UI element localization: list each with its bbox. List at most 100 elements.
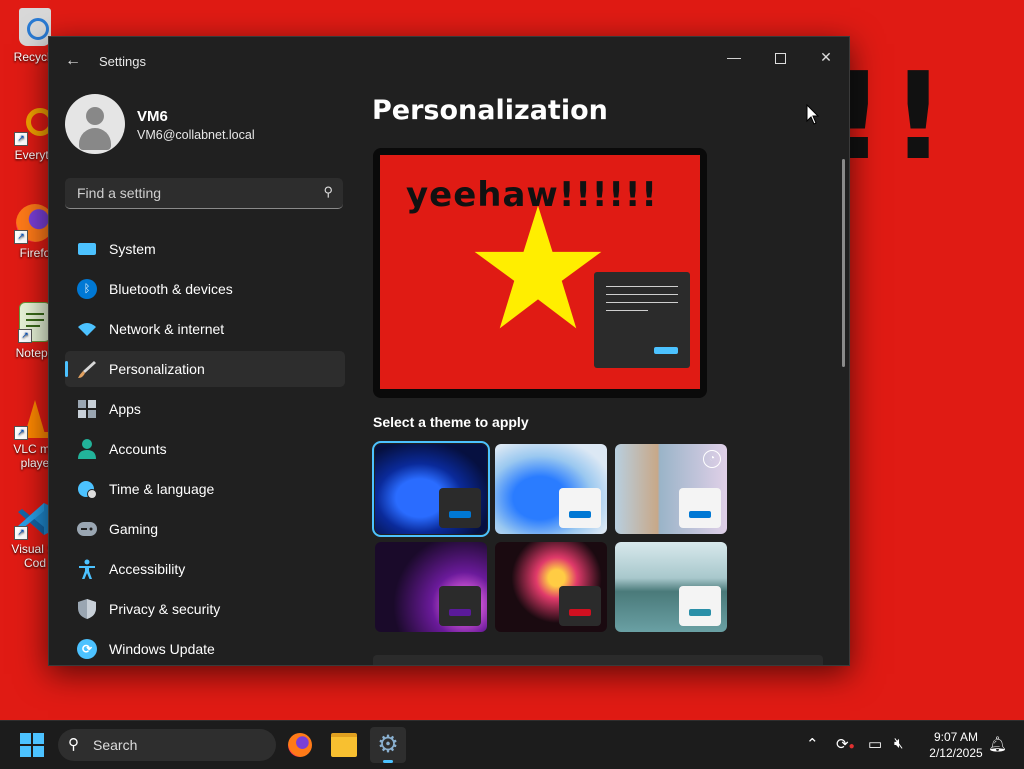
notepad-icon: ↗ — [18, 302, 51, 343]
page-title: Personalization — [372, 95, 608, 126]
theme-thumbnail-flow[interactable] — [615, 542, 727, 632]
avatar-body — [79, 128, 111, 150]
speaker-muted-icon[interactable]: 🔇︎ — [894, 735, 903, 752]
theme-thumbnail-windows-light[interactable] — [495, 444, 607, 534]
taskbar: ⚲ Search ⚙ ⌃ ⟳● ▭ 🔇︎ 9:07 AM 2/12/2025 🔔… — [0, 720, 1024, 769]
search-input[interactable] — [75, 184, 309, 202]
sidebar-item-accounts[interactable]: Accounts — [65, 431, 345, 467]
sidebar-item-network[interactable]: Network & internet — [65, 311, 345, 347]
windows-logo-pane — [33, 746, 44, 757]
user-email: VM6@collabnet.local — [137, 128, 255, 142]
star-icon — [474, 205, 602, 329]
taskbar-firefox[interactable] — [282, 727, 318, 763]
gear-icon: ⚙ — [377, 731, 399, 758]
find-setting-search[interactable]: ⚲ — [65, 178, 343, 209]
sidebar-item-label: Bluetooth & devices — [109, 281, 233, 297]
shortcut-arrow-icon: ↗ — [14, 526, 28, 540]
sidebar-item-label: System — [109, 241, 156, 257]
theme-mini-window — [439, 586, 481, 626]
person-icon — [77, 439, 97, 459]
sidebar-item-label: Personalization — [109, 361, 205, 377]
network-icon[interactable]: ▭ — [868, 735, 882, 753]
maximize-button[interactable] — [757, 41, 803, 73]
folder-icon — [331, 733, 357, 757]
back-button[interactable]: ← — [61, 49, 85, 73]
window-title: Settings — [99, 54, 146, 69]
theme-accent-bar — [569, 609, 591, 616]
settings-card-partial[interactable] — [373, 655, 823, 665]
notification-bell-icon[interactable]: 🔔︎ — [988, 735, 1007, 753]
preview-accent-button — [654, 347, 678, 354]
close-button[interactable]: ✕ — [803, 41, 849, 73]
maximize-icon — [774, 52, 786, 64]
theme-mini-window — [679, 586, 721, 626]
title-bar[interactable]: ← Settings — ✕ — [49, 37, 849, 85]
sidebar-item-label: Gaming — [109, 521, 159, 537]
start-button[interactable] — [20, 733, 44, 757]
chevron-up-icon[interactable]: ⌃ — [806, 735, 819, 753]
recycle-bin-icon — [19, 8, 51, 46]
sidebar-item-personalization[interactable]: Personalization — [65, 351, 345, 387]
sidebar-item-windows-update[interactable]: ⟳ Windows Update — [65, 631, 345, 665]
themes-section-label: Select a theme to apply — [373, 414, 529, 430]
shortcut-arrow-icon: ↗ — [18, 329, 32, 343]
sidebar-item-apps[interactable]: Apps — [65, 391, 345, 427]
preview-line — [606, 286, 678, 287]
sidebar-item-system[interactable]: System — [65, 231, 345, 267]
monitor-icon — [77, 239, 97, 259]
sidebar-item-bluetooth[interactable]: ᛒ Bluetooth & devices — [65, 271, 345, 307]
taskbar-search-label: Search — [93, 737, 138, 753]
theme-accent-bar — [449, 511, 471, 518]
preview-line — [606, 310, 648, 311]
theme-thumbnail-glow[interactable] — [375, 542, 487, 632]
clock-time: 9:07 AM — [933, 730, 979, 744]
theme-mini-window — [559, 488, 601, 528]
apps-icon — [77, 399, 97, 419]
shortcut-arrow-icon: ↗ — [14, 132, 28, 146]
taskbar-file-explorer[interactable] — [326, 727, 362, 763]
avatar[interactable] — [65, 94, 125, 154]
sidebar-item-label: Windows Update — [109, 641, 215, 657]
controller-icon — [77, 519, 97, 539]
sidebar-item-label: Privacy & security — [109, 601, 221, 617]
minimize-button[interactable]: — — [711, 41, 757, 73]
taskbar-search[interactable]: ⚲ Search — [58, 729, 276, 761]
mouse-cursor-icon — [806, 104, 820, 125]
sidebar-nav: System ᛒ Bluetooth & devices Network & i… — [65, 231, 345, 665]
shortcut-arrow-icon: ↗ — [14, 426, 28, 440]
theme-thumbnail-windows-spotlight[interactable]: ◔ — [615, 444, 727, 534]
search-icon[interactable]: ⚲ — [323, 184, 333, 200]
theme-mini-window — [559, 586, 601, 626]
shortcut-arrow-icon: ↗ — [14, 230, 28, 244]
arrow-left-icon: ← — [65, 52, 81, 69]
sidebar-item-label: Time & language — [109, 481, 215, 497]
theme-accent-bar — [449, 609, 471, 616]
sidebar-item-privacy-security[interactable]: Privacy & security — [65, 591, 345, 627]
active-indicator — [383, 760, 393, 763]
theme-thumbnail-captured-motion[interactable] — [495, 542, 607, 632]
sidebar-item-label: Apps — [109, 401, 141, 417]
globe-clock-icon — [77, 479, 97, 499]
windows-logo-icon — [20, 733, 31, 744]
sidebar-item-time-language[interactable]: Time & language — [65, 471, 345, 507]
settings-window: ← Settings — ✕ VM6 VM6@collabnet.local ⚲… — [48, 36, 850, 666]
sync-icon: ⟳ — [77, 639, 97, 659]
sidebar-item-accessibility[interactable]: Accessibility — [65, 551, 345, 587]
shield-icon — [77, 599, 97, 619]
content-scrollbar[interactable] — [842, 159, 845, 367]
spotlight-icon: ◔ — [703, 450, 721, 468]
theme-accent-bar — [569, 511, 591, 518]
sidebar-item-label: Network & internet — [109, 321, 225, 337]
theme-preview: yeehaw!!!!!! — [373, 148, 707, 398]
accessibility-icon — [77, 559, 97, 579]
sync-alert-icon[interactable]: ⟳● — [836, 735, 855, 753]
firefox-icon — [288, 733, 312, 757]
sidebar-item-gaming[interactable]: Gaming — [65, 511, 345, 547]
taskbar-clock[interactable]: 9:07 AM 2/12/2025 — [920, 729, 992, 761]
theme-mini-window — [679, 488, 721, 528]
theme-thumbnail-windows-dark[interactable] — [372, 441, 490, 537]
bluetooth-icon: ᛒ — [77, 279, 97, 299]
taskbar-settings[interactable]: ⚙ — [370, 727, 406, 763]
sidebar-item-label: Accessibility — [109, 561, 186, 577]
preview-line — [606, 294, 678, 295]
